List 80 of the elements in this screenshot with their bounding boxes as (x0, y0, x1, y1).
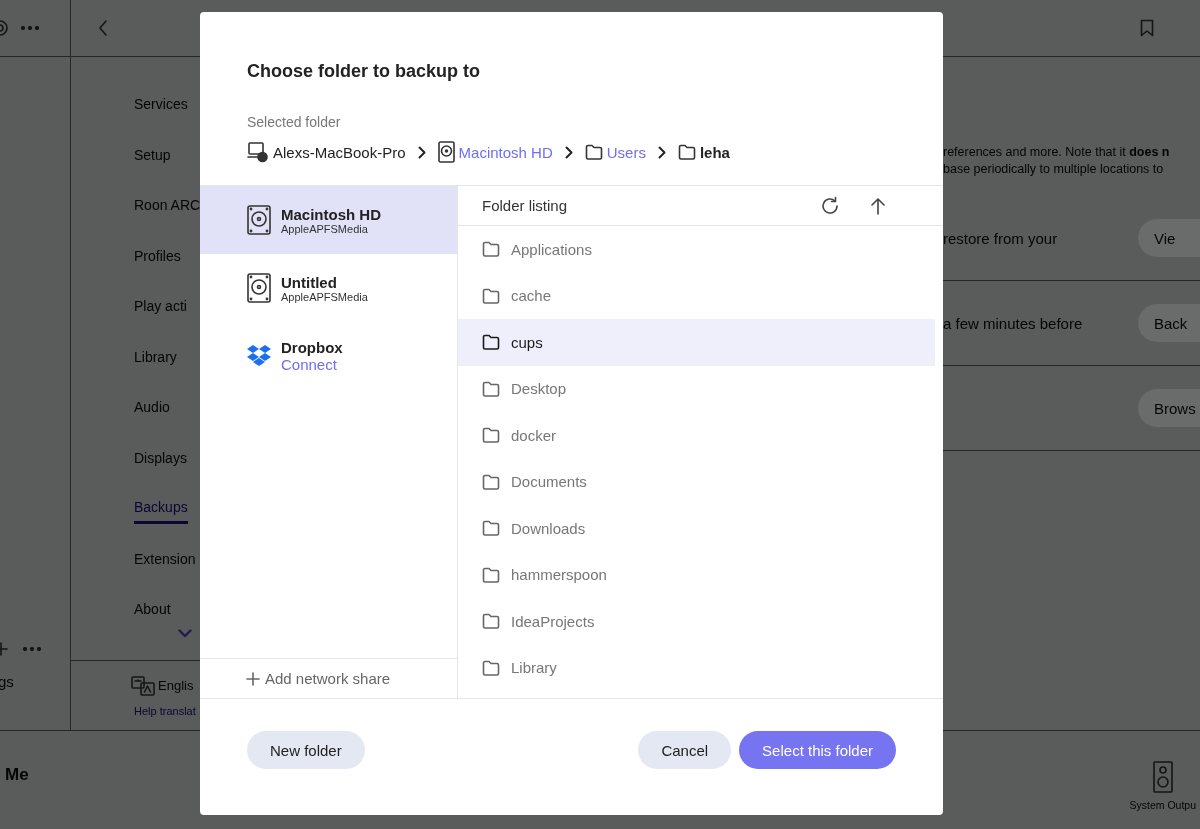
folder-icon (482, 287, 500, 304)
hard-drive-icon (437, 141, 455, 163)
nav-item[interactable]: Extension (134, 533, 196, 584)
folder-row[interactable]: Applications (458, 226, 935, 273)
folder-row[interactable]: Documents (458, 458, 935, 505)
nav-item[interactable]: About (134, 584, 171, 635)
chevron-down-icon[interactable] (178, 628, 192, 638)
source-name: Macintosh HD (281, 205, 381, 223)
source-subtitle: AppleAPFSMedia (281, 290, 368, 303)
hard-drive-icon (247, 205, 271, 235)
chevron-right-icon (417, 145, 426, 159)
breadcrumb-link[interactable]: Macintosh HD (458, 143, 553, 161)
source-name: Untitled (281, 273, 338, 291)
breadcrumb-item: Alexs-MacBook-Pro (273, 143, 406, 161)
folder-row[interactable]: Library (458, 644, 935, 691)
refresh-icon[interactable] (820, 195, 840, 216)
source-subtitle: AppleAPFSMedia (281, 222, 369, 235)
chevron-right-icon (564, 145, 573, 159)
setting-button[interactable]: Vie (1138, 219, 1200, 257)
folder-row[interactable]: Downloads (458, 505, 935, 552)
folder-row[interactable]: hammerspoon (458, 551, 935, 598)
plus-icon[interactable] (246, 671, 260, 686)
language-selector[interactable]: Englis (158, 678, 194, 693)
chevron-right-icon (657, 145, 666, 159)
cancel-button[interactable]: Cancel (638, 731, 732, 769)
folder-icon (482, 380, 500, 397)
nav-item[interactable]: Setup (134, 129, 171, 180)
description-text: base periodically to multiple locations to (943, 161, 1165, 178)
more-icon[interactable] (21, 26, 39, 30)
folder-icon (482, 241, 500, 258)
nav-item[interactable]: Profiles (134, 230, 181, 281)
translate-icon (131, 675, 155, 696)
more-icon[interactable] (23, 647, 41, 651)
folder-icon (482, 427, 500, 444)
nav-item[interactable]: Roon ARC (134, 180, 201, 231)
setting-button[interactable]: Brows (1138, 389, 1200, 427)
field-label: Selected folder (247, 113, 342, 131)
new-folder-button[interactable]: New folder (247, 731, 365, 769)
source-item[interactable]: Untitled AppleAPFSMedia (200, 254, 457, 322)
profile-name[interactable]: Me (0, 765, 29, 785)
dialog-title: Choose folder to backup to (247, 60, 481, 82)
folder-row[interactable]: IdeaProjects (458, 598, 935, 645)
folder-icon (677, 144, 696, 160)
folder-icon (482, 566, 500, 583)
up-arrow-icon[interactable] (870, 196, 886, 215)
add-share-button[interactable]: Add network share (246, 670, 391, 687)
folder-row[interactable]: Desktop (458, 365, 935, 412)
folder-icon (482, 659, 500, 676)
setting-button[interactable]: Back (1138, 304, 1200, 342)
breadcrumb-item: leha (699, 143, 730, 161)
bookmark-icon[interactable] (1140, 19, 1154, 37)
source-name: Dropbox (281, 339, 343, 356)
nav-item[interactable]: Library (134, 331, 177, 382)
folder-icon (482, 520, 500, 537)
listing-title: Folder listing (482, 197, 568, 214)
folder-row[interactable]: docker (458, 412, 935, 459)
nav-item[interactable]: Services (134, 79, 188, 130)
folder-icon (482, 334, 500, 351)
output-label[interactable]: System Outpu (1129, 799, 1196, 811)
description-text: references and more. Note that it does n (943, 144, 1171, 161)
back-icon[interactable] (98, 20, 108, 36)
select-folder-button[interactable]: Select this folder (739, 731, 896, 769)
nav-item[interactable]: Audio (134, 382, 170, 433)
computer-icon (247, 141, 269, 163)
folder-icon (482, 473, 500, 490)
nav-item[interactable]: Displays (134, 432, 187, 483)
speaker-icon[interactable] (1152, 761, 1173, 793)
setting-text: a few minutes before (943, 314, 1084, 332)
folder-row[interactable]: cups (458, 319, 935, 366)
hard-drive-icon (247, 273, 271, 303)
folder-icon (584, 144, 603, 160)
setting-text: restore from your (943, 229, 1059, 247)
dropbox-icon (247, 345, 271, 367)
folder-icon (482, 613, 500, 630)
nav-item[interactable]: Play acti (134, 281, 187, 332)
breadcrumb-link[interactable]: Users (606, 143, 646, 161)
folder-row[interactable]: cache (458, 272, 935, 319)
source-item[interactable]: Dropbox Connect (200, 322, 457, 390)
source-item[interactable]: Macintosh HD AppleAPFSMedia (200, 186, 457, 254)
connect-link[interactable]: Connect (281, 356, 343, 373)
